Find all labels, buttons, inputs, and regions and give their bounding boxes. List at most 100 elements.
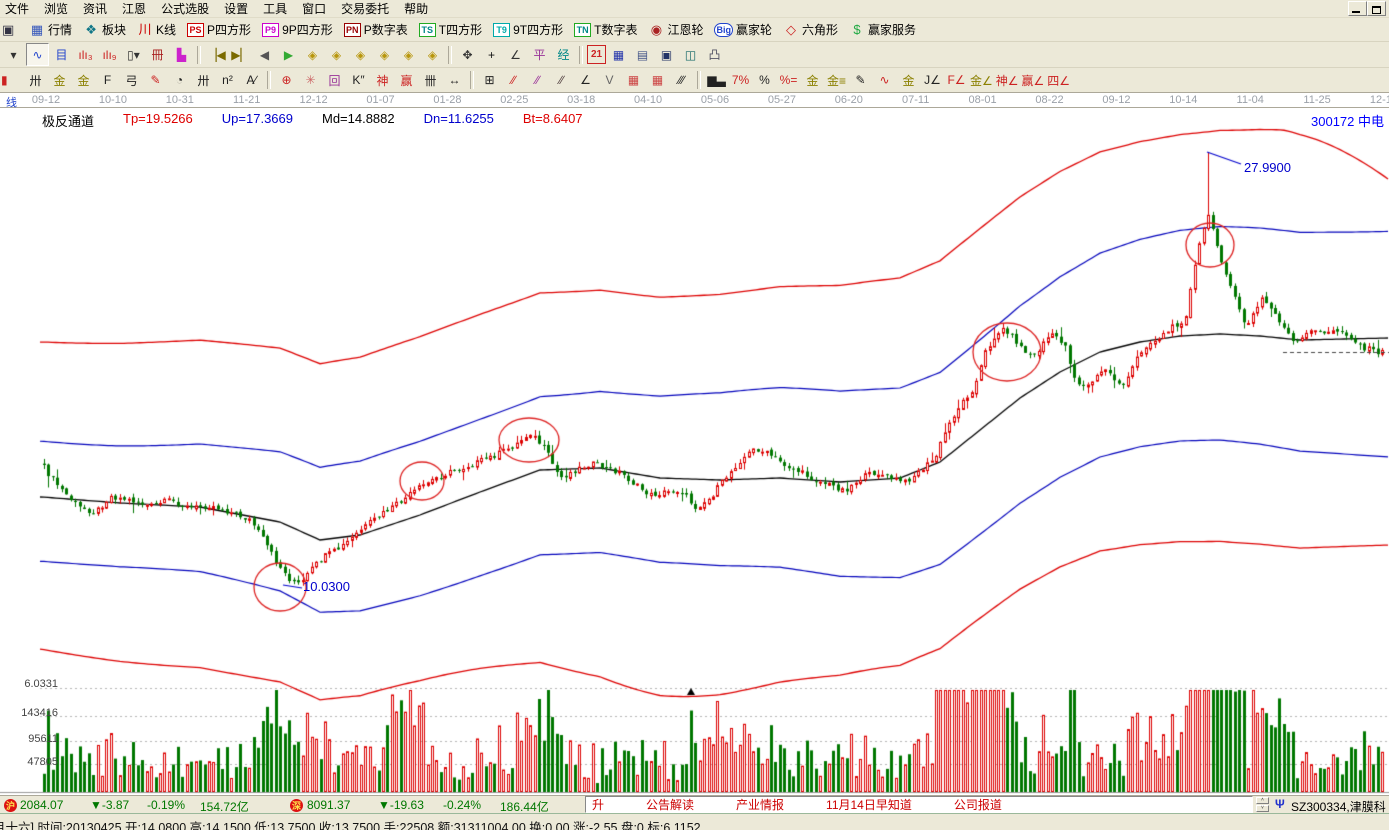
news-link-1[interactable]: 公告解读: [646, 796, 694, 813]
pct-icon[interactable]: %: [753, 69, 776, 92]
gold-line-2-icon[interactable]: 金: [897, 69, 920, 92]
crosshair-tool-icon[interactable]: +: [480, 43, 503, 66]
tool-t-square[interactable]: TST四方形: [419, 21, 482, 38]
gann-tools-icon[interactable]: 平: [528, 43, 551, 66]
tool-9p-square[interactable]: P99P四方形: [262, 21, 333, 38]
diamond-star-icon[interactable]: ◈: [397, 43, 420, 66]
menu-item-4[interactable]: 公式选股: [161, 0, 209, 17]
tool-t-number-table[interactable]: TNT数字表: [574, 21, 637, 38]
network-icon[interactable]: ◫: [679, 43, 702, 66]
formula-editor-icon[interactable]: 冊: [146, 43, 169, 66]
gold-grid-2-icon[interactable]: 金: [72, 69, 95, 92]
pct-strike-icon[interactable]: 7%: [729, 69, 752, 92]
save-icon[interactable]: ▣: [655, 43, 678, 66]
tool-market-quotes[interactable]: ▦行情: [29, 21, 72, 39]
j-angle-icon[interactable]: J∠: [921, 69, 944, 92]
bars-3-icon[interactable]: ılı₃: [74, 43, 97, 66]
first-page-icon[interactable]: ▕◀: [205, 43, 228, 66]
tool-winner-service[interactable]: $赢家服务: [849, 21, 916, 39]
ruler-123-icon[interactable]: 卌: [419, 69, 442, 92]
view-dropdown-caret-icon[interactable]: ▾: [2, 43, 25, 66]
menu-item-2[interactable]: 资讯: [83, 0, 107, 17]
tool-sectors[interactable]: ❖板块: [83, 21, 126, 39]
menu-item-6[interactable]: 工具: [263, 0, 287, 17]
red-grid-icon[interactable]: ▦: [622, 69, 645, 92]
gold-lines-icon[interactable]: 金≡: [825, 69, 848, 92]
tool-gann-wheel[interactable]: ◉江恩轮: [648, 21, 703, 39]
last-page-icon[interactable]: ▶▏: [229, 43, 252, 66]
tool-kline[interactable]: 川K线: [137, 21, 176, 39]
news-link-3[interactable]: 11月14日早知道: [826, 796, 912, 813]
diamond-collapse-icon[interactable]: ◈: [373, 43, 396, 66]
f-angle-icon[interactable]: F∠: [945, 69, 968, 92]
fan-purple-icon[interactable]: ∕∕: [526, 69, 549, 92]
shen-angle-icon[interactable]: 神∠: [995, 69, 1020, 92]
diamond-expand-icon[interactable]: ◈: [421, 43, 444, 66]
menu-item-5[interactable]: 设置: [224, 0, 248, 17]
comb-ruler-icon[interactable]: 卅: [24, 69, 47, 92]
menu-item-8[interactable]: 交易委托: [341, 0, 389, 17]
window-restore-button[interactable]: [1367, 1, 1386, 16]
tool-9t-square[interactable]: T99T四方形: [493, 21, 563, 38]
diamond-right-icon[interactable]: ◈: [325, 43, 348, 66]
si-angle-icon[interactable]: 四∠: [1046, 69, 1071, 92]
news-link-2[interactable]: 产业情报: [736, 796, 784, 813]
star-wheel-icon[interactable]: ✳: [299, 69, 322, 92]
red-wave-icon[interactable]: ∿: [873, 69, 896, 92]
gold-circle-icon[interactable]: 金: [801, 69, 824, 92]
red-grid-2-icon[interactable]: ▦: [646, 69, 669, 92]
calculator-icon[interactable]: ▦: [607, 43, 630, 66]
menu-item-9[interactable]: 帮助: [404, 0, 428, 17]
window-minimize-button[interactable]: [1348, 1, 1367, 16]
printer-icon[interactable]: 凸: [703, 43, 726, 66]
calendar-icon[interactable]: 21: [587, 45, 606, 64]
angle-slash-icon[interactable]: A∕: [240, 69, 263, 92]
pct-lines-icon[interactable]: %=: [777, 69, 800, 92]
fan-red-icon[interactable]: ∕∕: [502, 69, 525, 92]
k-prime-icon[interactable]: K″: [347, 69, 370, 92]
menu-item-1[interactable]: 浏览: [44, 0, 68, 17]
grid-box-icon[interactable]: ⊞: [478, 69, 501, 92]
spin-up-button[interactable]: ˄: [1256, 797, 1269, 804]
price-volume-chart[interactable]: [0, 108, 1389, 794]
tool-p-number-table[interactable]: PNP数字表: [344, 21, 408, 38]
ying-angle-icon[interactable]: 赢∠: [1021, 69, 1046, 92]
next-bar-icon[interactable]: ▶: [277, 43, 300, 66]
circle-ruler-icon[interactable]: ◔: [168, 69, 191, 92]
shen-tool-icon[interactable]: 神: [371, 69, 394, 92]
menu-item-7[interactable]: 窗口: [302, 0, 326, 17]
hand-tool-icon[interactable]: ✥: [456, 43, 479, 66]
gold-grid-icon[interactable]: 金: [48, 69, 71, 92]
news-link-0[interactable]: 升: [592, 796, 604, 813]
fan-mixed-icon[interactable]: ∕∕: [550, 69, 573, 92]
tool-p-square[interactable]: PSP四方形: [187, 21, 251, 38]
report-list-icon[interactable]: 目: [50, 43, 73, 66]
n-square-ruler-icon[interactable]: n²: [216, 69, 239, 92]
color-report-icon[interactable]: ▙: [170, 43, 193, 66]
circle-target-icon[interactable]: ⊕: [275, 69, 298, 92]
brush-2-icon[interactable]: ✎: [849, 69, 872, 92]
spiral-ruler-icon[interactable]: 弓: [120, 69, 143, 92]
menu-item-3[interactable]: 江恩: [122, 0, 146, 17]
red-marker-icon[interactable]: ✎: [144, 69, 167, 92]
stat-bars-icon[interactable]: ▆▃: [705, 69, 728, 92]
width-ruler-icon[interactable]: ↔: [443, 69, 466, 92]
candle-style-icon[interactable]: ▯▾: [122, 43, 145, 66]
angle-measure-icon[interactable]: ∠: [504, 43, 527, 66]
gold-angle-icon[interactable]: 金∠: [969, 69, 994, 92]
tool-hexagon[interactable]: ◇六角形: [783, 21, 838, 39]
bars-9-icon[interactable]: ılı₉: [98, 43, 121, 66]
menu-item-0[interactable]: 文件: [5, 0, 29, 17]
ying-tool-icon[interactable]: 赢: [395, 69, 418, 92]
diamond-up-icon[interactable]: ◈: [349, 43, 372, 66]
clipped-tool-icon[interactable]: ▮: [0, 69, 23, 92]
comb-ruler-2-icon[interactable]: 卅: [192, 69, 215, 92]
square-spiral-icon[interactable]: 回: [323, 69, 346, 92]
v-lines-icon[interactable]: V: [598, 69, 621, 92]
wave-tools-icon[interactable]: 经: [552, 43, 575, 66]
notepad-icon[interactable]: ▤: [631, 43, 654, 66]
prev-bar-icon[interactable]: ◀: [253, 43, 276, 66]
angle-lines-icon[interactable]: ∠: [574, 69, 597, 92]
slash-group-icon[interactable]: ∕∕∕: [670, 69, 693, 92]
tool-winner-wheel[interactable]: Big赢家轮: [714, 21, 772, 38]
